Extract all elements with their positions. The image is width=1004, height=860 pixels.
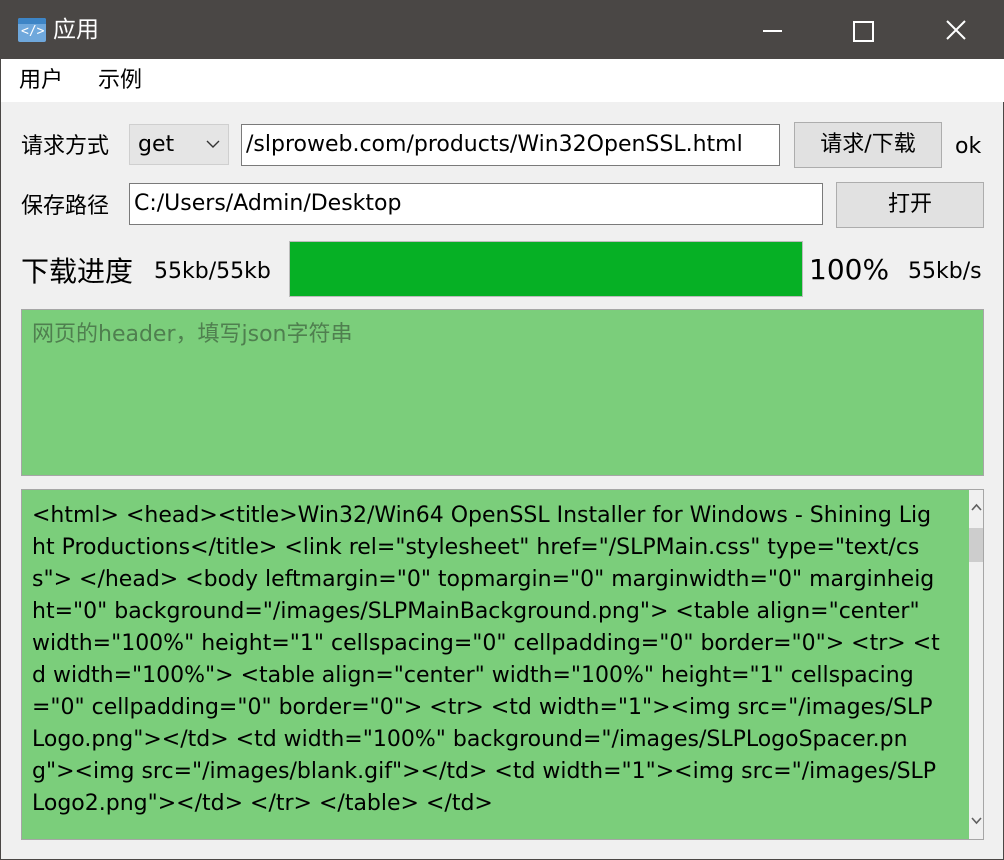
progress-fill [290, 242, 802, 296]
request-method-select[interactable]: get [129, 124, 229, 165]
response-content-textarea[interactable]: <html> <head><title>Win32/Win64 OpenSSL … [21, 489, 984, 840]
download-progress-label: 下载进度 [21, 255, 134, 288]
header-json-textarea[interactable]: 网页的header，填写json字符串 [21, 309, 984, 476]
request-download-button[interactable]: 请求/下载 [794, 122, 942, 168]
save-path-input[interactable]: C:/Users/Admin/Desktop [129, 183, 823, 225]
vertical-scrollbar[interactable] [969, 490, 984, 839]
title-bar[interactable]: </> 应用 [1, 1, 1004, 59]
close-icon [946, 20, 966, 40]
scroll-down-arrow-icon[interactable] [969, 812, 984, 828]
url-input[interactable]: /slproweb.com/products/Win32OpenSSL.html [241, 124, 780, 166]
response-content-text: <html> <head><title>Win32/Win64 OpenSSL … [32, 503, 940, 816]
code-window-icon: </> [18, 18, 46, 42]
chevron-down-icon [206, 140, 220, 148]
maximize-icon [853, 21, 874, 42]
save-path-label: 保存路径 [21, 194, 110, 219]
maximize-button[interactable] [818, 1, 910, 59]
download-speed: 55kb/s [908, 259, 982, 284]
request-method-label: 请求方式 [21, 134, 110, 159]
progress-percent: 100% [809, 253, 890, 286]
scrollbar-thumb[interactable] [969, 528, 983, 562]
open-button[interactable]: 打开 [836, 182, 984, 228]
status-text: ok [955, 134, 982, 159]
download-size-text: 55kb/55kb [154, 259, 271, 284]
app-window: </> 应用 用户 示例 请求方式 get /slproweb.com/prod… [0, 0, 1004, 860]
header-placeholder: 网页的header，填写json字符串 [32, 322, 353, 347]
close-button[interactable] [910, 1, 1002, 59]
minimize-icon [763, 30, 782, 32]
download-progress-bar [289, 241, 803, 297]
minimize-button[interactable] [726, 1, 818, 59]
request-method-value: get [138, 132, 175, 157]
menu-item-example[interactable]: 示例 [98, 66, 142, 96]
window-title: 应用 [53, 17, 99, 43]
menu-item-user[interactable]: 用户 [19, 66, 63, 96]
menu-bar: 用户 示例 [1, 59, 1004, 102]
scroll-up-arrow-icon[interactable] [969, 500, 984, 516]
